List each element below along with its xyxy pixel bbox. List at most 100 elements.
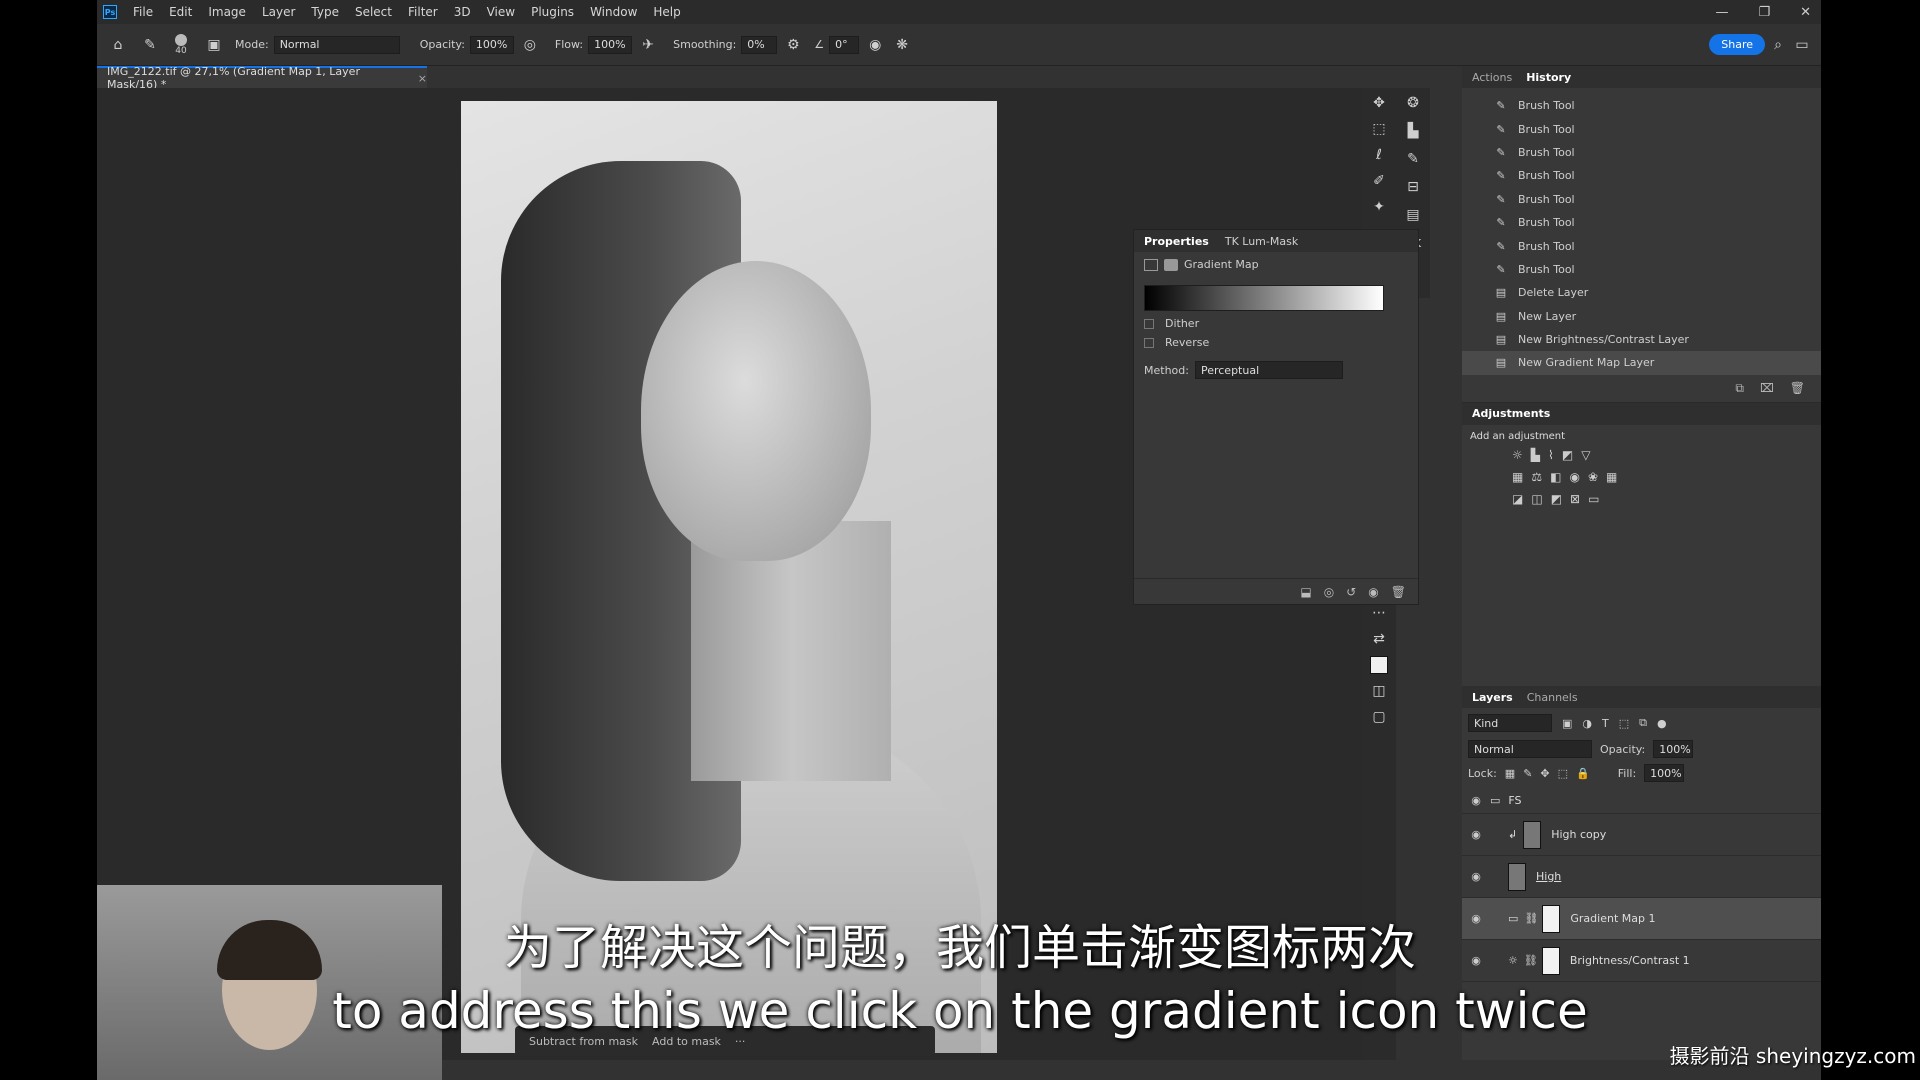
curves-icon[interactable]: ⌇ <box>1548 448 1554 462</box>
layer-opacity-input[interactable]: 100% <box>1653 740 1694 758</box>
workspace-icon[interactable]: ▭ <box>1791 36 1813 54</box>
minimize-button[interactable]: — <box>1715 5 1728 20</box>
photo-filter-icon[interactable]: ◉ <box>1569 470 1579 484</box>
menu-view[interactable]: View <box>479 5 523 19</box>
foreground-color-swatch[interactable] <box>1370 656 1388 674</box>
home-icon[interactable]: ⌂ <box>107 36 129 54</box>
gradient-map-icon[interactable]: ▭ <box>1588 492 1599 506</box>
color-lookup-icon[interactable]: ▦ <box>1606 470 1617 484</box>
levels-icon[interactable]: ▙ <box>1531 448 1540 462</box>
tab-actions[interactable]: Actions <box>1472 71 1512 84</box>
channel-mixer-icon[interactable]: ❀ <box>1588 470 1598 484</box>
vibrance-icon[interactable]: ▽ <box>1581 448 1590 462</box>
menu-3d[interactable]: 3D <box>446 5 479 19</box>
restore-button[interactable]: ❐ <box>1758 5 1770 20</box>
layer-kind-filter[interactable]: Kind <box>1468 714 1552 732</box>
lock-all-icon[interactable]: 🔒 <box>1576 767 1590 780</box>
adjustment-icon[interactable] <box>1144 258 1158 271</box>
history-delete-icon[interactable]: 🗑 <box>1790 381 1805 396</box>
reverse-checkbox[interactable] <box>1144 337 1154 348</box>
angle-input[interactable]: 0° <box>829 35 860 54</box>
delete-icon[interactable]: 🗑 <box>1391 585 1406 599</box>
libraries-icon[interactable]: ▤ <box>1402 206 1424 224</box>
layer-row-group[interactable]: ◉ ▭ FS <box>1462 788 1821 814</box>
reset-icon[interactable]: ↺ <box>1346 585 1356 599</box>
tab-tk-lum-mask[interactable]: TK Lum-Mask <box>1225 235 1298 248</box>
mask-icon[interactable] <box>1164 258 1178 271</box>
more-tools-icon[interactable]: ⋯ <box>1368 604 1390 622</box>
filter-adjustment-icon[interactable]: ◑ <box>1582 717 1592 730</box>
color-balance-icon[interactable]: ⚖ <box>1531 470 1542 484</box>
swap-colors-icon[interactable]: ⇄ <box>1368 630 1390 648</box>
lock-position-icon[interactable]: ✥ <box>1540 767 1549 780</box>
brush-tool-icon[interactable]: ✎ <box>139 36 161 54</box>
clip-to-layer-icon[interactable]: ⬓ <box>1300 585 1311 599</box>
history-item[interactable]: ▤ Delete Layer <box>1462 281 1821 304</box>
brightness-contrast-icon[interactable]: ☼ <box>1512 448 1523 462</box>
airbrush-icon[interactable]: ✈ <box>637 36 659 54</box>
history-item[interactable]: ▤ New Layer <box>1462 305 1821 328</box>
pressure-opacity-icon[interactable]: ◎ <box>519 36 541 54</box>
brush-size-preset[interactable]: 40 <box>175 33 187 56</box>
menu-image[interactable]: Image <box>200 5 254 19</box>
filter-shape-icon[interactable]: ⬚ <box>1619 717 1629 730</box>
menu-plugins[interactable]: Plugins <box>523 5 582 19</box>
smoothing-options-gear-icon[interactable]: ⚙ <box>782 36 804 54</box>
method-select[interactable]: Perceptual <box>1194 361 1343 379</box>
close-button[interactable]: ✕ <box>1800 5 1811 20</box>
document-tab[interactable]: IMG_2122.tif @ 27,1% (Gradient Map 1, La… <box>97 65 427 91</box>
layer-blend-mode-select[interactable]: Normal <box>1468 740 1592 758</box>
search-icon[interactable]: ⌕ <box>1767 36 1789 54</box>
screen-mode-icon[interactable]: ▢ <box>1368 708 1390 726</box>
visibility-icon[interactable]: ◉ <box>1368 585 1378 599</box>
history-item[interactable]: ✎ Brush Tool <box>1462 188 1821 211</box>
exposure-icon[interactable]: ◩ <box>1562 448 1573 462</box>
filter-type-icon[interactable]: T <box>1602 717 1609 730</box>
lock-paint-icon[interactable]: ✎ <box>1523 767 1532 780</box>
menu-window[interactable]: Window <box>582 5 645 19</box>
history-item[interactable]: ✎ Brush Tool <box>1462 211 1821 234</box>
symmetry-icon[interactable]: ❋ <box>891 36 913 54</box>
mode-select[interactable]: Normal <box>273 35 400 54</box>
brush-settings-panel-icon[interactable]: ✎ <box>1402 150 1424 168</box>
filter-toggle-icon[interactable]: ● <box>1657 717 1667 730</box>
dither-option[interactable]: Dither <box>1134 311 1418 336</box>
reverse-option[interactable]: Reverse <box>1134 336 1418 355</box>
hue-saturation-icon[interactable]: ▦ <box>1512 470 1523 484</box>
menu-help[interactable]: Help <box>645 5 688 19</box>
quick-mask-icon[interactable]: ◫ <box>1368 682 1390 700</box>
flow-input[interactable]: 100% <box>588 35 633 54</box>
histogram-icon[interactable]: ▙ <box>1402 122 1424 140</box>
view-previous-state-icon[interactable]: ◎ <box>1324 585 1334 599</box>
tab-layers[interactable]: Layers <box>1472 691 1513 704</box>
lock-artboard-icon[interactable]: ⬚ <box>1558 767 1568 780</box>
posterize-icon[interactable]: ◫ <box>1531 492 1542 506</box>
dither-checkbox[interactable] <box>1144 318 1154 329</box>
menu-filter[interactable]: Filter <box>400 5 446 19</box>
navigator-icon[interactable]: ❂ <box>1402 94 1424 112</box>
history-item[interactable]: ✎ Brush Tool <box>1462 164 1821 187</box>
history-item[interactable]: ✎ Brush Tool <box>1462 258 1821 281</box>
history-item[interactable]: ▤ New Brightness/Contrast Layer <box>1462 328 1821 351</box>
gradient-preview[interactable] <box>1144 285 1384 311</box>
brush-settings-icon[interactable]: ▣ <box>203 36 225 54</box>
pressure-size-icon[interactable]: ◉ <box>864 36 886 54</box>
layer-fill-input[interactable]: 100% <box>1644 764 1685 782</box>
menu-layer[interactable]: Layer <box>254 5 303 19</box>
opacity-input[interactable]: 100% <box>469 35 514 54</box>
threshold-icon[interactable]: ◩ <box>1551 492 1562 506</box>
filter-smart-object-icon[interactable]: ⧉ <box>1639 716 1647 730</box>
eye-icon[interactable]: ◉ <box>1462 870 1490 883</box>
marquee-tool-icon[interactable]: ⬚ <box>1368 120 1390 138</box>
lock-transparent-icon[interactable]: ▦ <box>1505 767 1515 780</box>
new-document-from-state-icon[interactable]: ⧉ <box>1735 381 1744 396</box>
smoothing-input[interactable]: 0% <box>741 35 778 54</box>
share-button[interactable]: Share <box>1709 34 1765 55</box>
selective-color-icon[interactable]: ⊠ <box>1570 492 1580 506</box>
quick-selection-tool-icon[interactable]: ✐ <box>1368 172 1390 190</box>
eye-icon[interactable]: ◉ <box>1462 828 1490 841</box>
history-item-selected[interactable]: ▤ New Gradient Map Layer <box>1462 351 1821 375</box>
tab-channels[interactable]: Channels <box>1527 691 1578 704</box>
history-item[interactable]: ✎ Brush Tool <box>1462 141 1821 164</box>
menu-select[interactable]: Select <box>347 5 400 19</box>
